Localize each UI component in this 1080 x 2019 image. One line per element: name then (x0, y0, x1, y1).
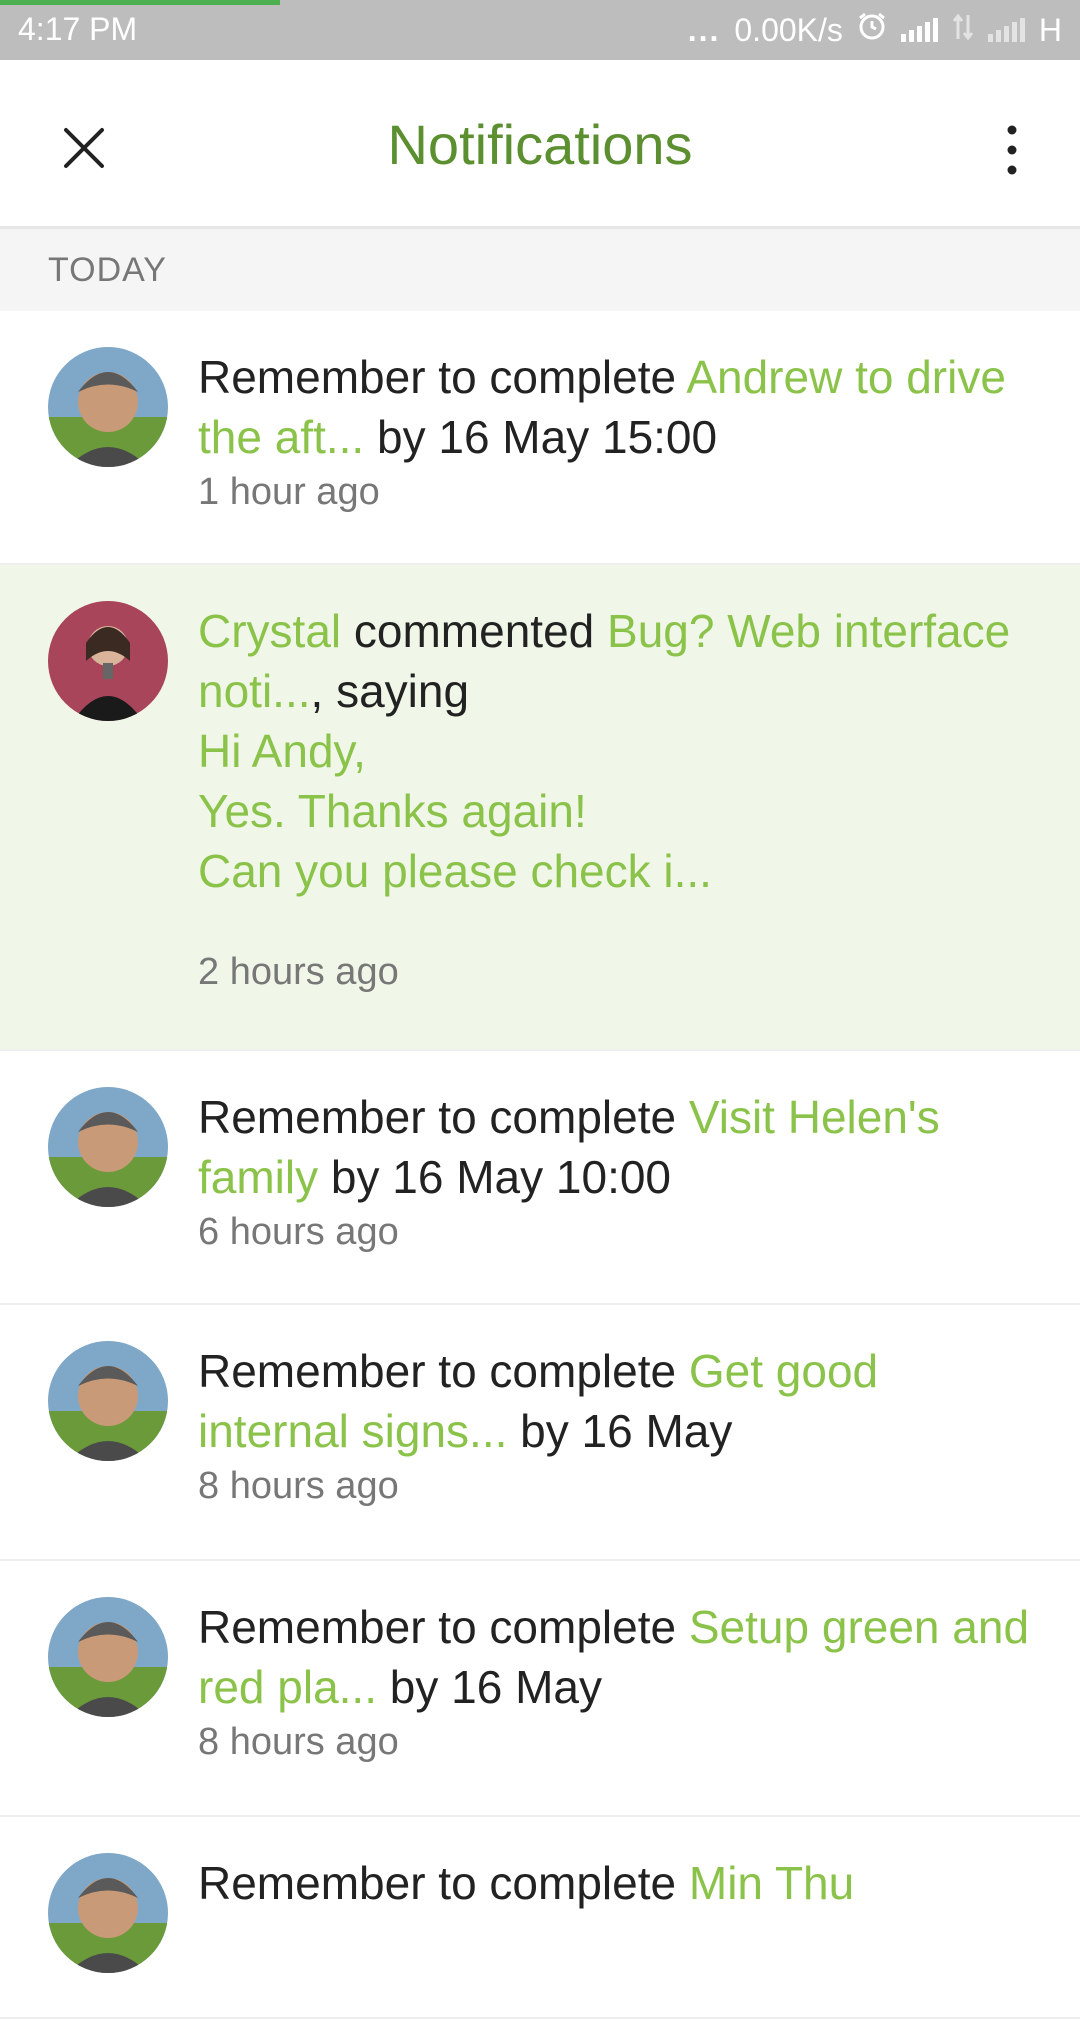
avatar (48, 1597, 168, 1717)
status-time: 4:17 PM (18, 11, 138, 47)
comment-verb: commented (341, 605, 608, 657)
comment-message-line: Hi Andy, (198, 725, 366, 777)
network-speed: 0.00K/s (734, 11, 843, 48)
notification-prefix: Remember to complete (198, 1345, 689, 1397)
alarm-icon (857, 11, 887, 49)
notification-suffix: , saying (310, 665, 470, 717)
notification-time: 8 hours ago (198, 1721, 399, 1763)
signal-icon (987, 18, 1025, 42)
comment-message-line: Can you please check i... (198, 845, 712, 897)
section-label: TODAY (48, 251, 167, 289)
data-transfer-icon (952, 12, 974, 49)
notification-prefix: Remember to complete (198, 1601, 689, 1653)
section-header: TODAY (0, 229, 1080, 311)
loading-progress-bar (0, 0, 280, 5)
signal-icon (900, 18, 938, 42)
notification-item[interactable]: Remember to complete Andrew to drive the… (0, 311, 1080, 565)
notification-suffix: by 16 May 10:00 (318, 1151, 672, 1203)
avatar (48, 1087, 168, 1207)
network-type: H (1038, 11, 1062, 48)
app-header: Notifications (0, 60, 1080, 229)
status-icons: ... 0.00K/s H (688, 11, 1062, 49)
notification-suffix: by 16 May (377, 1661, 602, 1713)
more-vertical-icon[interactable] (992, 120, 1032, 180)
notification-item[interactable]: Remember to complete Min Thu (0, 1817, 1080, 2019)
page-title: Notifications (387, 113, 693, 176)
notification-time: 8 hours ago (198, 1465, 399, 1507)
avatar (48, 1853, 168, 1973)
notification-time: 1 hour ago (198, 471, 380, 513)
status-dots: ... (687, 11, 721, 48)
comment-author[interactable]: Crystal (198, 605, 341, 657)
avatar (48, 1341, 168, 1461)
notification-suffix: by 16 May (507, 1405, 733, 1457)
notification-item[interactable]: Remember to complete Get good internal s… (0, 1305, 1080, 1561)
notification-prefix: Remember to complete (198, 351, 687, 403)
notification-suffix: by 16 May 15:00 (364, 411, 718, 463)
notification-time: 2 hours ago (198, 951, 399, 993)
task-link[interactable]: Min Thu (689, 1857, 854, 1909)
notification-prefix: Remember to complete (198, 1091, 689, 1143)
avatar (48, 347, 168, 467)
status-bar: 4:17 PM ... 0.00K/s H (0, 0, 1080, 60)
notification-item[interactable]: Remember to complete Setup green and red… (0, 1561, 1080, 1817)
notification-time: 6 hours ago (198, 1211, 399, 1253)
notification-item[interactable]: Remember to complete Visit Helen's famil… (0, 1051, 1080, 1305)
avatar (48, 601, 168, 721)
notification-prefix: Remember to complete (198, 1857, 689, 1909)
comment-message-line: Yes. Thanks again! (198, 785, 587, 837)
notification-item[interactable]: Crystal commented Bug? Web interface not… (0, 565, 1080, 1051)
notification-list: Remember to complete Andrew to drive the… (0, 311, 1080, 2019)
